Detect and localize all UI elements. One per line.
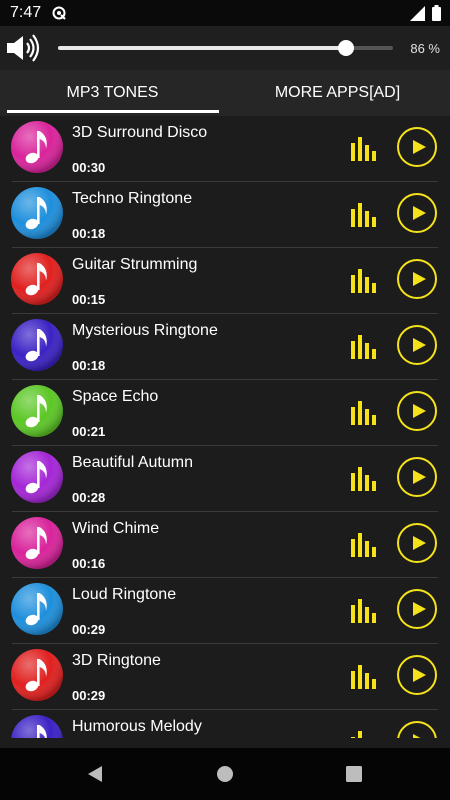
ringtone-row[interactable]: Mysterious Ringtone 00:18 [0, 314, 450, 380]
ringtone-duration: 00:21 [72, 424, 106, 439]
play-icon [413, 734, 421, 738]
ringtone-row[interactable]: 3D Ringtone 00:29 [0, 644, 450, 710]
volume-percent: 86 % [410, 41, 440, 56]
play-button[interactable] [397, 193, 437, 233]
music-note-icon [11, 715, 63, 738]
ringtone-row[interactable]: 3D Surround Disco 00:30 [0, 116, 450, 182]
recents-icon[interactable] [346, 766, 362, 782]
navigation-bar [0, 748, 450, 800]
volume-slider-fill [58, 46, 347, 50]
play-icon [413, 470, 426, 484]
volume-slider-thumb[interactable] [338, 40, 355, 56]
battery-icon [432, 5, 441, 21]
ringtone-duration: 00:30 [72, 160, 106, 175]
play-icon [413, 272, 426, 286]
ringtone-title: Loud Ringtone [72, 586, 177, 603]
play-icon [413, 602, 426, 616]
equalizer-icon [351, 335, 376, 359]
tab-indicator [7, 110, 219, 113]
play-button[interactable] [397, 523, 437, 563]
ringtone-row[interactable]: Space Echo 00:21 [0, 380, 450, 446]
ringtone-duration: 00:18 [72, 226, 106, 241]
volume-slider[interactable] [58, 40, 393, 56]
music-note-icon [11, 385, 63, 437]
music-note-icon [11, 253, 63, 305]
ringtone-title: Guitar Strumming [72, 256, 198, 273]
ringtone-row[interactable]: Guitar Strumming 00:15 [0, 248, 450, 314]
music-note-icon [11, 121, 63, 173]
play-button[interactable] [397, 589, 437, 629]
status-time: 7:47 [10, 4, 42, 21]
play-button[interactable] [397, 721, 437, 738]
ringtone-row[interactable]: Wind Chime 00:16 [0, 512, 450, 578]
ringtone-title: Space Echo [72, 388, 159, 405]
music-note-icon [11, 583, 63, 635]
play-icon [413, 668, 426, 682]
app-notification-icon [52, 6, 66, 20]
equalizer-icon [351, 467, 376, 491]
equalizer-icon [351, 599, 376, 623]
ringtone-title: Humorous Melody [72, 718, 202, 735]
volume-control: 86 % [0, 26, 450, 70]
ringtone-title: Beautiful Autumn [72, 454, 193, 471]
ringtone-duration: 00:16 [72, 556, 106, 571]
equalizer-icon [351, 137, 376, 161]
ringtone-row[interactable]: Humorous Melody [0, 710, 450, 738]
equalizer-icon [351, 665, 376, 689]
ringtone-list[interactable]: 3D Surround Disco 00:30 Techno Ringtone … [0, 116, 450, 738]
play-button[interactable] [397, 259, 437, 299]
ringtone-title: Techno Ringtone [72, 190, 193, 207]
equalizer-icon [351, 731, 362, 738]
equalizer-icon [351, 203, 376, 227]
ringtone-duration: 00:29 [72, 688, 106, 703]
signal-icon [410, 6, 425, 21]
play-icon [413, 140, 426, 154]
music-note-icon [11, 319, 63, 371]
equalizer-icon [351, 533, 376, 557]
play-icon [413, 338, 426, 352]
ringtone-row[interactable]: Loud Ringtone 00:29 [0, 578, 450, 644]
play-button[interactable] [397, 127, 437, 167]
ringtone-duration: 00:28 [72, 490, 106, 505]
music-note-icon [11, 187, 63, 239]
status-bar: 7:47 [0, 0, 450, 26]
equalizer-icon [351, 401, 376, 425]
play-button[interactable] [397, 391, 437, 431]
play-button[interactable] [397, 325, 437, 365]
ringtone-title: Mysterious Ringtone [72, 322, 218, 339]
tab-bar: MP3 TONES MORE APPS[AD] [0, 70, 450, 116]
music-note-icon [11, 451, 63, 503]
ringtone-title: 3D Ringtone [72, 652, 161, 669]
volume-icon[interactable] [6, 33, 40, 63]
back-icon[interactable] [86, 765, 104, 783]
ringtone-duration: 00:29 [72, 622, 106, 637]
tab-more-apps[interactable]: MORE APPS[AD] [225, 70, 450, 116]
play-icon [413, 206, 426, 220]
play-icon [413, 536, 426, 550]
ringtone-duration: 00:15 [72, 292, 106, 307]
ringtone-row[interactable]: Beautiful Autumn 00:28 [0, 446, 450, 512]
play-button[interactable] [397, 655, 437, 695]
music-note-icon [11, 649, 63, 701]
play-icon [413, 404, 426, 418]
ringtone-duration: 00:18 [72, 358, 106, 373]
home-icon[interactable] [216, 765, 234, 783]
ringtone-title: Wind Chime [72, 520, 160, 537]
play-button[interactable] [397, 457, 437, 497]
equalizer-icon [351, 269, 376, 293]
ringtone-title: 3D Surround Disco [72, 124, 208, 141]
ringtone-row[interactable]: Techno Ringtone 00:18 [0, 182, 450, 248]
music-note-icon [11, 517, 63, 569]
